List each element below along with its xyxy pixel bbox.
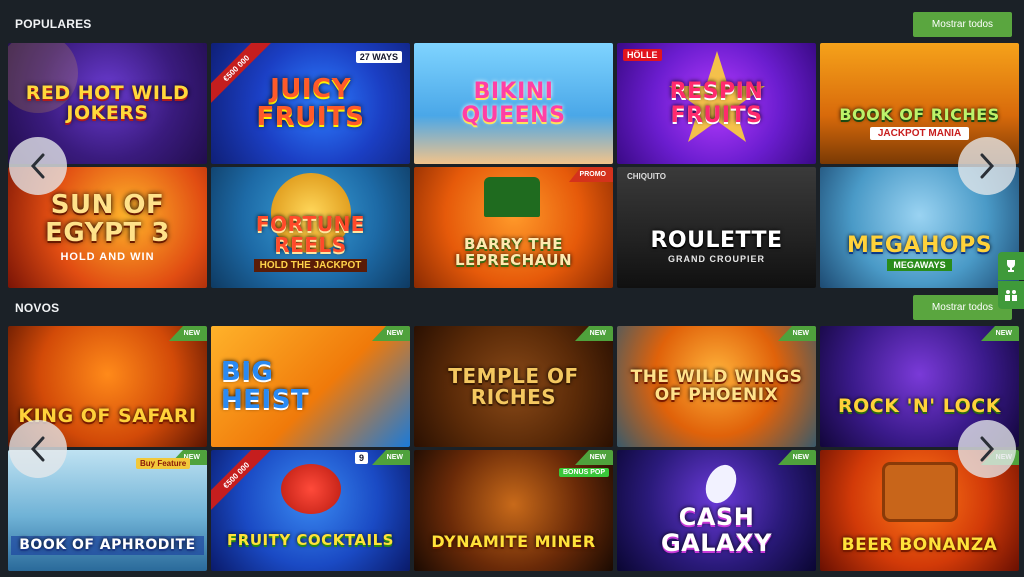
trophy-icon bbox=[1007, 260, 1015, 272]
new-badge: NEW bbox=[981, 326, 1019, 341]
new-badge: NEW bbox=[778, 450, 816, 465]
game-tile-temple-of-riches[interactable]: NEW Temple of Riches bbox=[414, 326, 613, 447]
game-subtitle: MEGAWAYS bbox=[887, 259, 952, 272]
game-tile-wild-wings-of-phoenix[interactable]: NEW The Wild Wings of Phoenix bbox=[617, 326, 816, 447]
new-section: NOVOS Mostrar todos NEW King of Safari N… bbox=[0, 286, 1024, 571]
buy-feature-tag: Buy Feature bbox=[136, 458, 191, 469]
popular-show-all-button[interactable]: Mostrar todos bbox=[913, 12, 1012, 37]
provider-tag: HÖLLE bbox=[623, 49, 662, 61]
chevron-right-icon bbox=[980, 153, 995, 179]
new-header: NOVOS Mostrar todos bbox=[0, 286, 1024, 328]
popular-section: POPULARES Mostrar todos Red Hot Wild Jok… bbox=[0, 0, 1024, 288]
game-title: Beer Bonanza bbox=[841, 534, 998, 555]
chevron-left-icon bbox=[30, 153, 45, 179]
new-badge: NEW bbox=[372, 326, 410, 341]
new-title: NOVOS bbox=[15, 301, 60, 315]
popular-next-arrow[interactable] bbox=[958, 137, 1016, 195]
game-title: Barry the Leprechaun bbox=[454, 234, 573, 269]
game-title: Big Heist bbox=[221, 357, 310, 415]
popular-games-grid: Red Hot Wild Jokers €500 000 27 WAYS Jui… bbox=[8, 43, 1019, 288]
game-title: Book of Riches bbox=[839, 104, 1000, 124]
tournament-icon bbox=[1005, 290, 1017, 301]
new-prev-arrow[interactable] bbox=[9, 420, 67, 478]
game-title: Respin Fruits bbox=[669, 79, 764, 128]
game-title: Roulette bbox=[650, 227, 783, 253]
game-title: Fruity Cocktails bbox=[227, 530, 394, 549]
game-subtitle: HOLD AND WIN bbox=[60, 250, 155, 263]
game-tile-big-heist[interactable]: NEW Big Heist bbox=[211, 326, 410, 447]
new-badge: NEW bbox=[575, 326, 613, 341]
game-title: Bikini Queens bbox=[461, 79, 566, 128]
provider-tag: CHIQUITO bbox=[627, 172, 666, 181]
new-badge: NEW bbox=[372, 450, 410, 465]
game-title: Temple of Riches bbox=[448, 363, 579, 409]
game-title: Juicy Fruits bbox=[256, 74, 365, 132]
ways-tag: 27 WAYS bbox=[355, 51, 402, 63]
popular-title: POPULARES bbox=[15, 17, 92, 31]
new-badge: NEW bbox=[778, 326, 816, 341]
game-subtitle: GRAND CROUPIER bbox=[667, 254, 765, 265]
new-badge: NEW bbox=[575, 450, 613, 465]
game-title: Rock 'n' Lock bbox=[838, 394, 1001, 417]
game-subtitle: HOLD THE JACKPOT bbox=[253, 258, 368, 272]
game-tile-fortune-reels[interactable]: Fortune Reels HOLD THE JACKPOT bbox=[211, 167, 410, 288]
game-title: Cash Galaxy bbox=[660, 503, 773, 557]
chevron-right-icon bbox=[980, 436, 995, 462]
ways-tag: 9 bbox=[354, 452, 368, 464]
bonus-pop-tag: BONUS POP bbox=[558, 468, 609, 477]
promo-badge: PROMO bbox=[569, 167, 613, 182]
popular-prev-arrow[interactable] bbox=[9, 137, 67, 195]
game-tile-barry-the-leprechaun[interactable]: PROMO Barry the Leprechaun bbox=[414, 167, 613, 288]
side-tab-trophy[interactable] bbox=[998, 252, 1024, 280]
jackpot-corner-banner: €500 000 bbox=[211, 450, 273, 512]
game-title: Book of Aphrodite bbox=[11, 536, 204, 555]
game-tile-dynamite-miner[interactable]: NEW BONUS POP Dynamite Miner bbox=[414, 450, 613, 571]
game-tile-fruity-cocktails[interactable]: €500 000 NEW 9 Fruity Cocktails bbox=[211, 450, 410, 571]
game-title: Dynamite Miner bbox=[431, 532, 596, 552]
game-title: Fortune Reels bbox=[256, 211, 365, 257]
game-tile-cash-galaxy[interactable]: NEW Cash Galaxy bbox=[617, 450, 816, 571]
new-games-grid: NEW King of Safari NEW Big Heist NEW Tem… bbox=[8, 326, 1019, 571]
new-next-arrow[interactable] bbox=[958, 420, 1016, 478]
game-title: Red Hot Wild Jokers bbox=[25, 81, 190, 124]
game-subtitle: JACKPOT MANIA bbox=[869, 127, 970, 141]
popular-header: POPULARES Mostrar todos bbox=[0, 0, 1024, 42]
game-tile-respin-fruits[interactable]: HÖLLE Respin Fruits bbox=[617, 43, 816, 164]
game-title: The Wild Wings of Phoenix bbox=[630, 366, 803, 405]
chevron-left-icon bbox=[30, 436, 45, 462]
game-title: Megahops bbox=[846, 232, 993, 258]
game-tile-bikini-queens[interactable]: Bikini Queens bbox=[414, 43, 613, 164]
game-tile-juicy-fruits[interactable]: €500 000 27 WAYS Juicy Fruits bbox=[211, 43, 410, 164]
game-title: Sun of Egypt 3 bbox=[45, 190, 170, 248]
side-tab-tournament[interactable] bbox=[998, 281, 1024, 309]
new-badge: NEW bbox=[169, 326, 207, 341]
game-tile-roulette[interactable]: CHIQUITO Roulette GRAND CROUPIER bbox=[617, 167, 816, 288]
